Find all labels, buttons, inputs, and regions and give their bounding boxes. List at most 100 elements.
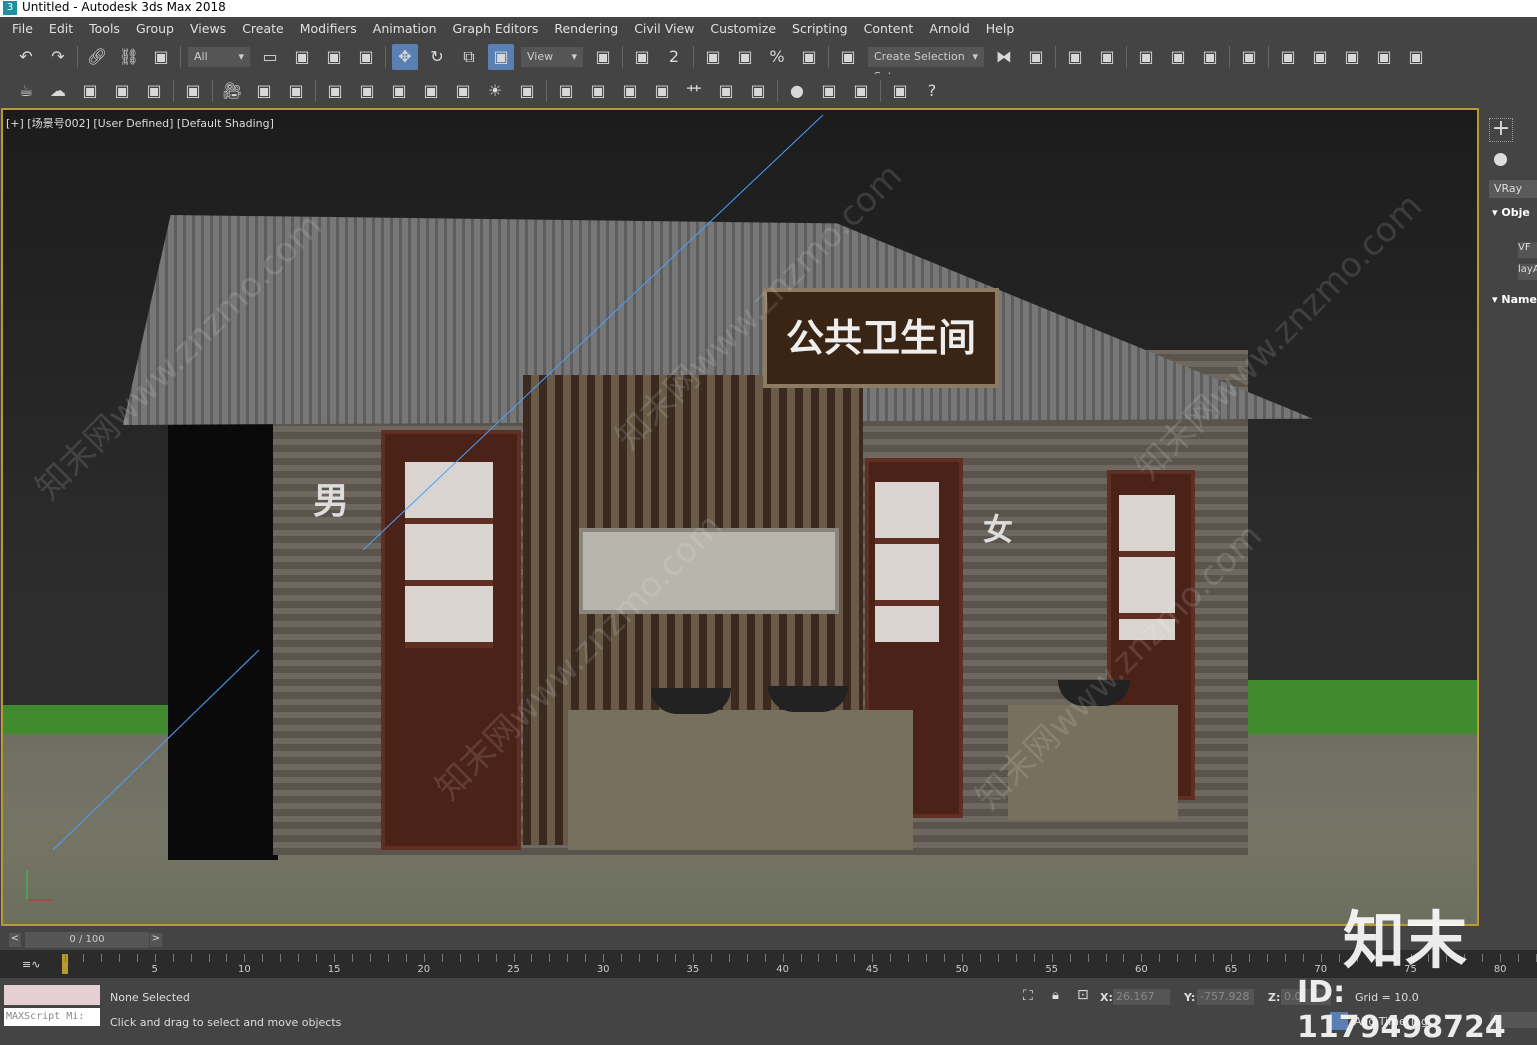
- vray-grass-icon[interactable]: ⺾: [681, 78, 707, 104]
- prev-frame-button[interactable]: <: [9, 933, 21, 947]
- viewport-perspective[interactable]: [+] [场景号002] [User Defined] [Default Sha…: [1, 108, 1479, 926]
- menu-create[interactable]: Create: [242, 21, 284, 36]
- bind-space-warp-icon[interactable]: ▣: [148, 44, 174, 70]
- rectangular-selection-icon[interactable]: ▣: [321, 44, 347, 70]
- x-coordinate-field[interactable]: 26.167: [1113, 989, 1170, 1005]
- pivot-center-icon[interactable]: ▣: [590, 44, 616, 70]
- vray-proxy-icon[interactable]: ▣: [553, 78, 579, 104]
- render-iterative-icon[interactable]: ▣: [1371, 44, 1397, 70]
- vray-button[interactable]: VF: [1518, 242, 1537, 258]
- keyboard-shortcut-icon[interactable]: ▣: [629, 44, 655, 70]
- select-scale-icon[interactable]: ⧉: [456, 44, 482, 70]
- angle-snap-icon[interactable]: ▣: [732, 44, 758, 70]
- align-icon[interactable]: ▣: [1023, 44, 1049, 70]
- percent-snap-icon[interactable]: %: [764, 44, 790, 70]
- layer-explorer-icon[interactable]: ▣: [1094, 44, 1120, 70]
- vray-fur-icon[interactable]: ▣: [649, 78, 675, 104]
- vray-material-icon[interactable]: ▣: [816, 78, 842, 104]
- unlink-icon[interactable]: ⛓: [116, 44, 142, 70]
- vray-sun-icon[interactable]: ☀: [482, 78, 508, 104]
- spinner-snap-icon[interactable]: ▣: [796, 44, 822, 70]
- vray-osl-icon[interactable]: ▣: [745, 78, 771, 104]
- menu-help[interactable]: Help: [986, 21, 1015, 36]
- dome-camera-icon[interactable]: ▣: [251, 78, 277, 104]
- menu-tools[interactable]: Tools: [89, 21, 120, 36]
- link-icon[interactable]: 🔗︎: [84, 44, 110, 70]
- viewport-label[interactable]: [+] [场景号002] [User Defined] [Default Sha…: [6, 115, 274, 131]
- schematic-view-icon[interactable]: ▣: [1197, 44, 1223, 70]
- menu-content[interactable]: Content: [864, 21, 914, 36]
- absolute-mode-icon[interactable]: ⊡: [1077, 987, 1089, 1003]
- rollout-name-color[interactable]: ▾ Name: [1492, 293, 1537, 306]
- placement-icon[interactable]: ▣: [488, 43, 514, 70]
- select-object-icon[interactable]: ▭: [257, 44, 283, 70]
- physical-camera-icon[interactable]: ▣: [283, 78, 309, 104]
- vray-cpu-icon[interactable]: ▣: [848, 78, 874, 104]
- snap-2-5-icon[interactable]: ▣: [700, 44, 726, 70]
- vray-hdri-icon[interactable]: ▣: [713, 78, 739, 104]
- maxscript-mini-listener[interactable]: MAXScript Mi:: [4, 1008, 100, 1026]
- undo-icon[interactable]: ↶: [13, 44, 39, 70]
- menu-file[interactable]: File: [12, 21, 33, 36]
- create-tab-plus-icon[interactable]: +: [1489, 118, 1513, 142]
- vray-button[interactable]: layA: [1518, 264, 1537, 280]
- select-rotate-icon[interactable]: ↻: [424, 44, 450, 70]
- snap-toggle-icon[interactable]: 2: [661, 44, 687, 70]
- light-lister-icon[interactable]: ▣: [180, 78, 206, 104]
- object-type-dropdown[interactable]: VRay: [1489, 180, 1537, 198]
- rollout-object-type[interactable]: ▾ Obje: [1492, 206, 1530, 219]
- listener-box[interactable]: [4, 985, 100, 1005]
- vray-mesh-light-icon[interactable]: ▣: [418, 78, 444, 104]
- vray-sphere-fade-icon[interactable]: ▣: [585, 78, 611, 104]
- menu-customize[interactable]: Customize: [710, 21, 776, 36]
- y-coordinate-field[interactable]: -757.928: [1197, 989, 1254, 1005]
- vray-ies-icon[interactable]: ▣: [450, 78, 476, 104]
- vray-ambient-light-icon[interactable]: ▣: [514, 78, 540, 104]
- edit-named-selection-icon[interactable]: ▣: [835, 44, 861, 70]
- select-by-name-icon[interactable]: ▣: [289, 44, 315, 70]
- reference-coordinate-dropdown[interactable]: View ▾: [521, 46, 583, 67]
- rendered-frame-icon[interactable]: ▣: [1307, 44, 1333, 70]
- settings-icon[interactable]: ▣: [141, 78, 167, 104]
- render-icon[interactable]: ▣: [1339, 44, 1365, 70]
- menu-graph-editors[interactable]: Graph Editors: [453, 21, 539, 36]
- isolate-selection-icon[interactable]: ⛶: [1023, 988, 1033, 1004]
- geometry-icon[interactable]: [1494, 153, 1507, 166]
- select-move-icon[interactable]: ✥: [392, 43, 418, 70]
- material-editor-icon[interactable]: ▣: [1236, 44, 1262, 70]
- curve-editor-icon[interactable]: ▣: [1165, 44, 1191, 70]
- render-elements-icon[interactable]: ▣: [109, 78, 135, 104]
- selection-filter-dropdown[interactable]: All ▾: [188, 46, 250, 67]
- scene-explorer-icon[interactable]: ▣: [1062, 44, 1088, 70]
- track-bar[interactable]: ≡∿ 5 10 15 20 25 30 35 40 45 50 55 60 65 70 75 80: [0, 950, 1537, 978]
- menu-animation[interactable]: Animation: [373, 21, 437, 36]
- named-selection-dropdown[interactable]: Create Selection Set ▾: [868, 46, 984, 83]
- menu-rendering[interactable]: Rendering: [554, 21, 618, 36]
- help-icon[interactable]: ?: [919, 78, 945, 104]
- vray-plane-light-icon[interactable]: ▣: [322, 78, 348, 104]
- vray-plane-icon[interactable]: ▣: [617, 78, 643, 104]
- time-slider[interactable]: 0 / 100: [25, 932, 149, 948]
- lock-icon[interactable]: 🔒︎: [1052, 988, 1059, 1003]
- menu-arnold[interactable]: Arnold: [929, 21, 969, 36]
- camera-icon[interactable]: 🎥︎: [219, 78, 245, 104]
- next-frame-button[interactable]: >: [150, 933, 162, 947]
- vray-sphere-light-icon[interactable]: ▣: [386, 78, 412, 104]
- render-in-cloud-icon[interactable]: ▣: [1403, 44, 1429, 70]
- teapot-icon[interactable]: ☕︎: [13, 78, 39, 104]
- vray-frame-buffer-icon[interactable]: ▣: [77, 78, 103, 104]
- mirror-icon[interactable]: ⧓: [991, 44, 1017, 70]
- vray-dome-light-icon[interactable]: ▣: [354, 78, 380, 104]
- menu-group[interactable]: Group: [136, 21, 174, 36]
- cloud-icon[interactable]: ☁: [45, 78, 71, 104]
- ribbon-icon[interactable]: ▣: [1133, 44, 1159, 70]
- menu-views[interactable]: Views: [190, 21, 226, 36]
- redo-icon[interactable]: ↷: [45, 44, 71, 70]
- mini-curve-editor-icon[interactable]: ≡∿: [22, 958, 40, 971]
- export-icon[interactable]: ▣: [887, 78, 913, 104]
- menu-edit[interactable]: Edit: [49, 21, 73, 36]
- vray-sphere-icon[interactable]: ●: [784, 78, 810, 104]
- menu-civil-view[interactable]: Civil View: [634, 21, 694, 36]
- render-setup-icon[interactable]: ▣: [1275, 44, 1301, 70]
- window-crossing-icon[interactable]: ▣: [353, 44, 379, 70]
